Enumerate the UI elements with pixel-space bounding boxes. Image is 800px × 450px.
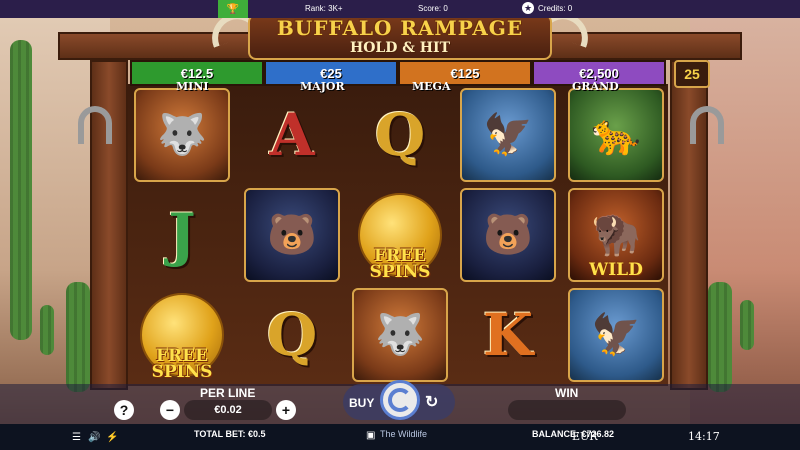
wildlife-logo-icon: ▣ xyxy=(366,430,376,441)
horseshoe-right-icon xyxy=(690,106,724,144)
bet-minus-button[interactable]: − xyxy=(160,400,180,420)
cactus-right-front xyxy=(708,282,732,392)
rank-text: Rank: 3K+ xyxy=(305,4,343,13)
buy-button[interactable]: BUY xyxy=(349,396,374,410)
symbol-bear: 🐻 xyxy=(460,188,556,282)
credits-text: Credits: 0 xyxy=(538,4,573,13)
eagle-icon: 🦅 xyxy=(591,313,641,357)
title-main: BUFFALO RAMPAGE xyxy=(276,16,524,40)
wolf-icon: 🐺 xyxy=(157,113,207,157)
autoplay-icon[interactable]: ↻ xyxy=(425,392,438,412)
bet-plus-button[interactable]: + xyxy=(276,400,296,420)
letter-q: Q xyxy=(374,101,426,169)
letter-a: A xyxy=(269,101,315,169)
per-line-label: PER LINE xyxy=(200,386,256,400)
jackpot-grand-label: GRAND xyxy=(572,80,619,93)
symbol-overtext: WILD xyxy=(589,260,643,280)
clock-text: 14:17 xyxy=(688,430,720,443)
win-label: WIN xyxy=(555,386,579,400)
win-value-box xyxy=(508,400,626,420)
symbol-wolf: 🐺 xyxy=(134,88,230,182)
letter-j: J xyxy=(168,201,196,269)
symbol-scatter-coin: FREE SPINS xyxy=(352,188,448,282)
footer-bar: ☰ 🔊 ⚡ TOTAL BET: €0.5 ▣ The Wildlife BAL… xyxy=(0,424,800,450)
jackpot-mega-label: MEGA xyxy=(412,80,451,93)
cactus-left-tall xyxy=(10,40,32,340)
eagle-icon: 🦅 xyxy=(483,113,533,157)
symbol-letter-q: Q xyxy=(244,288,340,382)
jackpot-major-label: MAJOR xyxy=(300,80,345,93)
cougar-icon: 🐆 xyxy=(591,113,641,157)
bear-icon: 🐻 xyxy=(483,213,533,257)
wolf-icon: 🐺 xyxy=(375,313,425,357)
spin-icon xyxy=(388,388,412,412)
title-sub: HOLD & HIT xyxy=(350,40,450,56)
menu-icon[interactable]: ☰ xyxy=(72,432,81,443)
symbol-eagle: 🦅 xyxy=(460,88,556,182)
total-bet-text: TOTAL BET: €0.5 xyxy=(194,429,266,439)
symbol-bear: 🐻 xyxy=(244,188,340,282)
buffalo-icon: 🦬 xyxy=(591,213,641,257)
horseshoe-left-icon xyxy=(78,106,112,144)
letter-k: K xyxy=(482,301,534,369)
symbol-wolf: 🐺 xyxy=(352,288,448,382)
letter-q: Q xyxy=(266,301,318,369)
symbol-overtext: FREE SPINS xyxy=(369,246,431,282)
credits-star-icon: ★ xyxy=(522,2,534,14)
symbol-buffalo: 🦬 WILD xyxy=(568,188,664,282)
symbol-letter-j: J xyxy=(134,188,230,282)
trophy-icon[interactable]: 🏆 xyxy=(218,0,248,18)
spin-button[interactable] xyxy=(380,380,420,420)
turbo-icon[interactable]: ⚡ xyxy=(106,432,118,443)
jackpot-mini-label: MINI xyxy=(176,80,209,93)
symbol-letter-q: Q xyxy=(352,88,448,182)
cactus-left-front xyxy=(66,282,90,392)
score-text: Score: 0 xyxy=(418,4,448,13)
lines-count: 25 xyxy=(674,60,710,88)
symbol-eagle: 🦅 xyxy=(568,288,664,382)
sound-icon[interactable]: 🔊 xyxy=(88,432,100,443)
symbol-letter-a: A xyxy=(244,88,340,182)
bear-icon: 🐻 xyxy=(267,213,317,257)
cactus-left-arm xyxy=(40,305,54,355)
help-button[interactable]: ? xyxy=(114,400,134,420)
symbol-overtext: FREE SPINS xyxy=(151,346,213,382)
currency-text: EUR xyxy=(572,430,598,443)
game-title: BUFFALO RAMPAGE HOLD & HIT xyxy=(248,14,552,60)
brand-text: The Wildlife xyxy=(380,429,428,439)
symbol-letter-k: K xyxy=(460,288,556,382)
top-bar: 🏆 Rank: 3K+ Score: 0 ★ Credits: 0 xyxy=(0,0,800,18)
symbol-cougar: 🐆 xyxy=(568,88,664,182)
per-line-value: €0.02 xyxy=(184,400,272,420)
symbol-scatter-coin: FREE SPINS xyxy=(134,288,230,382)
cactus-right-arm xyxy=(740,300,754,350)
